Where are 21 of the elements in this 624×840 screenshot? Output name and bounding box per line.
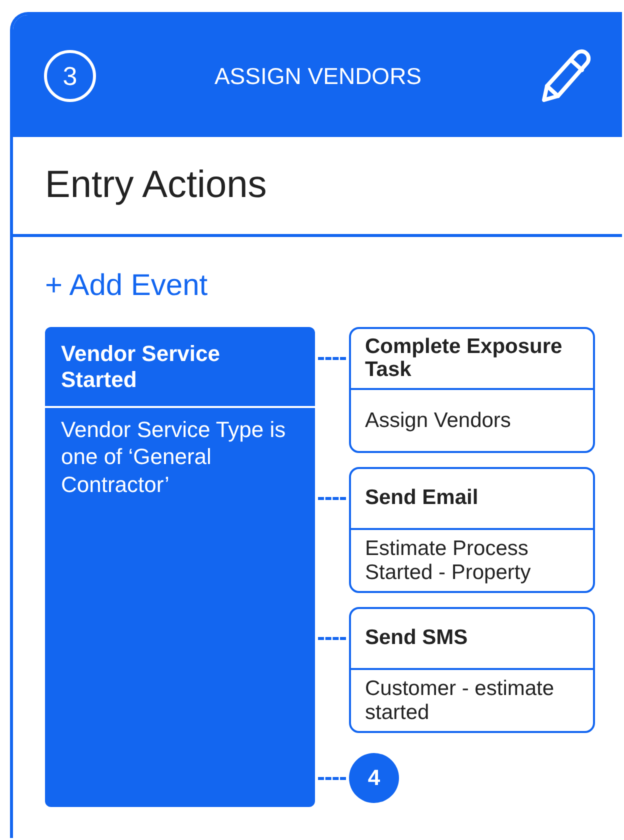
action-detail: Assign Vendors: [364, 408, 512, 434]
step-number: 3: [44, 50, 96, 102]
connector-line: [318, 357, 346, 360]
step-badge: 4: [349, 753, 399, 803]
trigger-card[interactable]: Vendor Service Started Vendor Service Type is one of ‘General Contractor’: [45, 327, 315, 807]
connector-line: [318, 777, 346, 780]
connector-line: [318, 637, 346, 640]
trigger-condition: Vendor Service Type is one of ‘General Contractor’: [60, 416, 287, 499]
trigger-title: Vendor Service Started: [45, 327, 315, 408]
section-title: Entry Actions: [45, 164, 267, 207]
action-title: Send SMS: [351, 609, 593, 670]
add-event-link[interactable]: + Add Event: [45, 269, 208, 303]
stage-title: ASSIGN VENDORS: [213, 62, 423, 90]
action-detail: Customer - estimate started: [364, 676, 556, 726]
action-card[interactable]: Send Email Estimate Process Started - Property: [349, 467, 595, 593]
connector-line: [318, 497, 346, 500]
action-title: Send Email: [351, 469, 593, 530]
action-card[interactable]: Complete Exposure Task Assign Vendors: [349, 327, 595, 453]
action-card[interactable]: Send SMS Customer - estimate started: [349, 607, 595, 733]
action-title: Complete Exposure Task: [351, 329, 593, 390]
action-detail: Estimate Process Started - Property: [364, 536, 532, 586]
